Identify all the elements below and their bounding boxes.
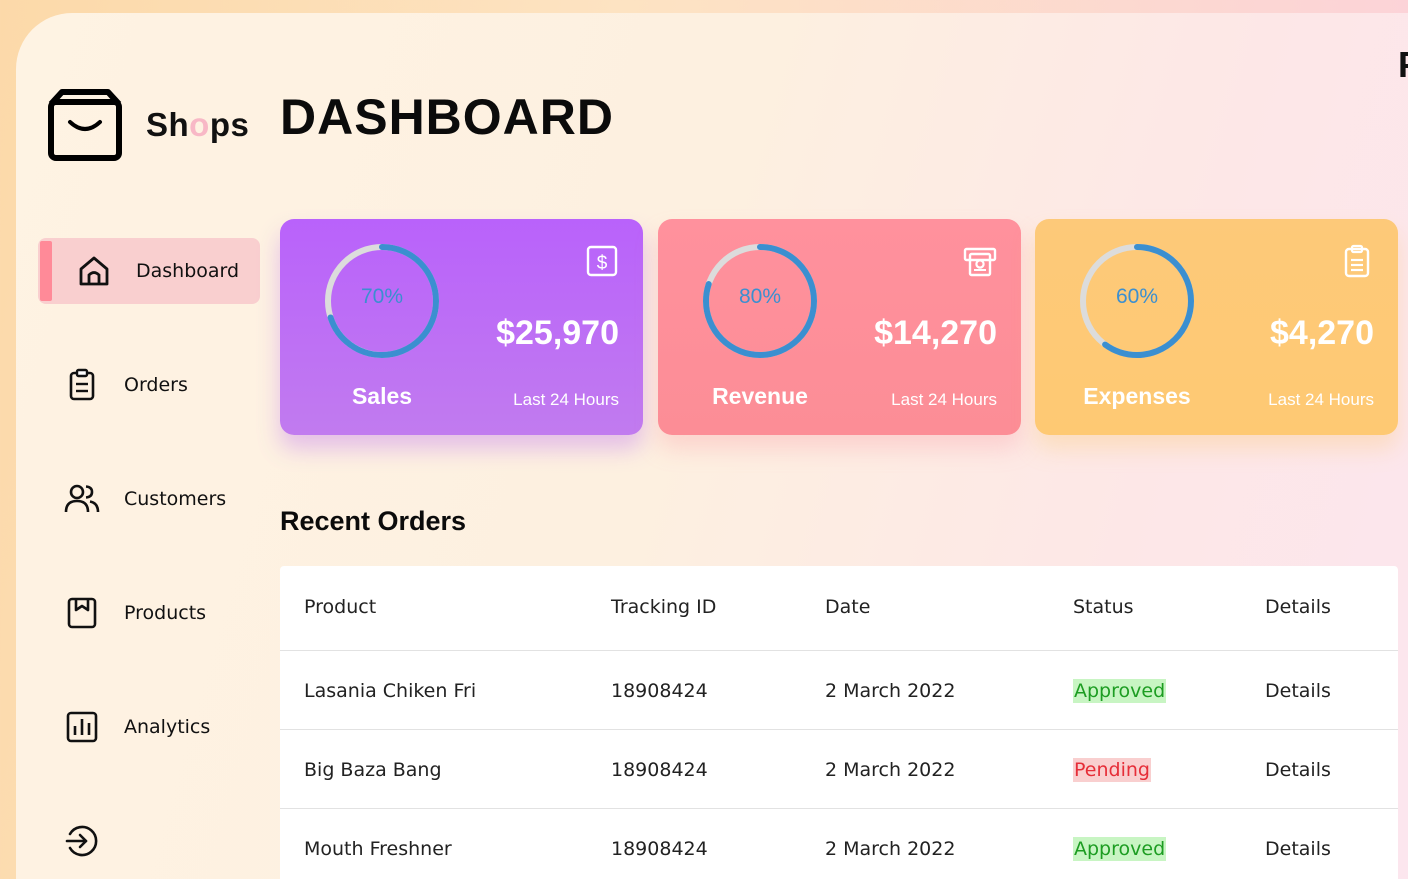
- table-row: Big Baza Bang 18908424 2 March 2022 Pend…: [280, 730, 1398, 809]
- card-value: $4,270: [1270, 314, 1374, 352]
- home-icon: [79, 256, 109, 286]
- brand-logo: Shops: [48, 88, 249, 162]
- expenses-card[interactable]: 60% Expenses $4,270 Last 24 Hours: [1035, 219, 1398, 435]
- tracking-id-cell: 18908424: [611, 680, 708, 702]
- column-header: Date: [825, 596, 871, 618]
- svg-text:$: $: [597, 253, 608, 274]
- progress-percent: 80%: [738, 285, 782, 308]
- column-header: Product: [304, 596, 377, 618]
- status-badge: Pending: [1073, 758, 1151, 782]
- card-title: Sales: [351, 383, 413, 409]
- product-cell: Lasania Chiken Fri: [304, 680, 477, 702]
- clipboard-icon: [69, 368, 95, 401]
- sidebar-item-customers[interactable]: Customers: [38, 466, 260, 532]
- cutoff-header-text: F: [1398, 44, 1408, 86]
- users-icon: [64, 484, 100, 513]
- brand-name: Shops: [146, 106, 250, 143]
- date-cell: 2 March 2022: [825, 759, 956, 781]
- dollar-icon: $: [586, 245, 618, 277]
- tracking-id-cell: 18908424: [611, 759, 708, 781]
- sidebar-item-products[interactable]: Products: [38, 580, 260, 646]
- sales-card[interactable]: 70% Sales $ $25,970 Last 24 Hours: [280, 219, 643, 435]
- date-cell: 2 March 2022: [825, 838, 956, 860]
- table-row: Lasania Chiken Fri 18908424 2 March 2022…: [280, 651, 1398, 730]
- details-link[interactable]: Details: [1265, 680, 1331, 702]
- page-title: DASHBOARD: [280, 89, 614, 145]
- sidebar-item-label: Products: [124, 602, 207, 624]
- status-badge: Approved: [1073, 679, 1167, 703]
- sidebar-menu: Dashboard Orders Customers Products Anal…: [38, 238, 260, 808]
- package-icon: [67, 597, 97, 629]
- status-badge: Approved: [1073, 837, 1167, 861]
- shopping-bag-icon: [48, 89, 122, 161]
- sidebar-item-dashboard[interactable]: Dashboard: [38, 238, 260, 304]
- sidebar-item-label: Dashboard: [136, 260, 240, 282]
- money-icon: [963, 247, 997, 277]
- card-subtitle: Last 24 Hours: [891, 390, 997, 409]
- card-value: $14,270: [874, 314, 997, 352]
- details-link[interactable]: Details: [1265, 759, 1331, 781]
- progress-percent: 70%: [360, 285, 404, 308]
- table-header-row: Product Tracking ID Date Status Details: [280, 566, 1398, 651]
- card-value: $25,970: [496, 314, 619, 352]
- product-cell: Big Baza Bang: [304, 759, 442, 781]
- bar-chart-icon: [66, 711, 98, 743]
- column-header: Tracking ID: [611, 596, 717, 618]
- revenue-card[interactable]: 80% Revenue $14,270 Last 24 Hours: [658, 219, 1021, 435]
- progress-percent: 60%: [1115, 285, 1159, 308]
- sidebar-item-label: Analytics: [124, 716, 211, 738]
- table-row: Mouth Freshner 18908424 2 March 2022 App…: [280, 809, 1398, 879]
- sidebar-item-label: Orders: [124, 374, 188, 396]
- clipboard-icon: [1344, 244, 1370, 278]
- date-cell: 2 March 2022: [825, 680, 956, 702]
- status-cell: Approved: [1073, 837, 1167, 861]
- sidebar-item-label: Customers: [124, 488, 227, 510]
- orders-table: Product Tracking ID Date Status Details …: [280, 566, 1398, 879]
- sidebar-item-analytics[interactable]: Analytics: [38, 694, 260, 760]
- card-subtitle: Last 24 Hours: [1268, 390, 1374, 409]
- card-title: Revenue: [712, 383, 808, 409]
- column-header: Details: [1265, 596, 1331, 618]
- card-title: Expenses: [1083, 383, 1191, 409]
- card-subtitle: Last 24 Hours: [513, 390, 619, 409]
- sign-out-icon[interactable]: [64, 823, 100, 859]
- tracking-id-cell: 18908424: [611, 838, 708, 860]
- status-cell: Pending: [1073, 758, 1151, 782]
- sidebar-item-orders[interactable]: Orders: [38, 352, 260, 418]
- details-link[interactable]: Details: [1265, 838, 1331, 860]
- recent-orders-title: Recent Orders: [280, 506, 467, 536]
- product-cell: Mouth Freshner: [304, 838, 452, 860]
- column-header: Status: [1073, 596, 1134, 618]
- status-cell: Approved: [1073, 679, 1167, 703]
